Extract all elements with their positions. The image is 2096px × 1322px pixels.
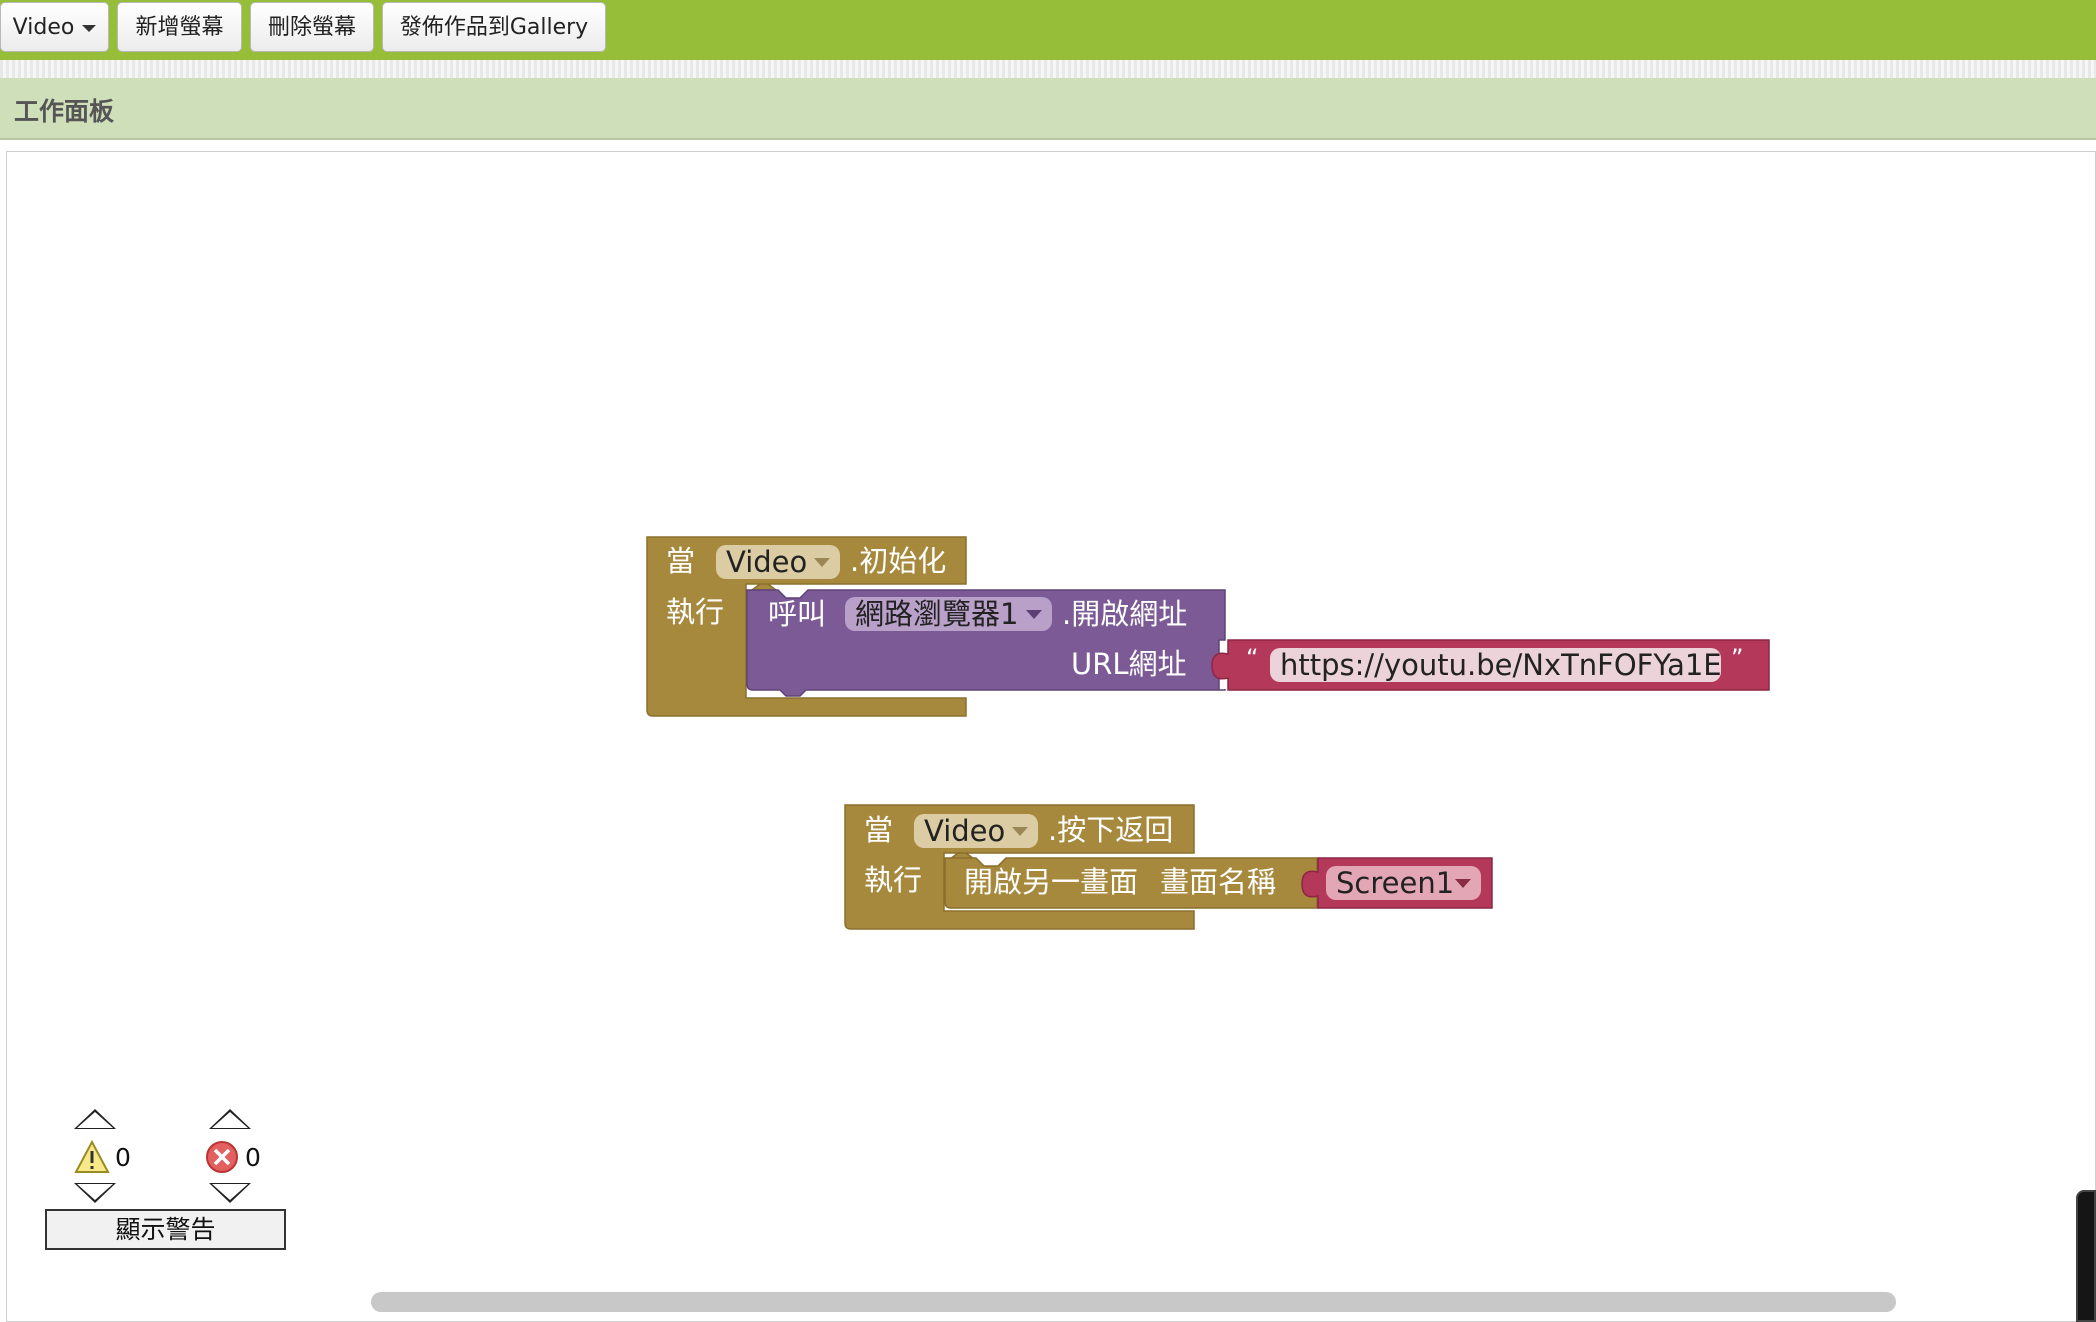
error-next-arrow-icon[interactable]	[209, 1183, 251, 1203]
back-event-name: .按下返回	[1048, 813, 1174, 847]
back-component-dropdown[interactable]: Video	[914, 814, 1038, 848]
init-event-name: .初始化	[850, 544, 947, 578]
show-warnings-button[interactable]: 顯示警告	[45, 1209, 286, 1250]
init-component-dropdown[interactable]: Video	[716, 545, 840, 579]
do-label: 執行	[666, 595, 725, 629]
warning-next-arrow-icon[interactable]	[74, 1183, 116, 1203]
open-quote: “	[1246, 644, 1259, 672]
dropdown-arrow-icon	[1012, 827, 1028, 836]
do-label: 執行	[864, 863, 923, 897]
call-component-dropdown[interactable]: 網路瀏覽器1	[845, 597, 1052, 631]
when-label: 當	[666, 544, 696, 578]
close-quote: ”	[1731, 644, 1744, 672]
device-preview-edge	[2076, 1190, 2096, 1322]
error-count: 0	[245, 1143, 261, 1172]
screen-name-dropdown[interactable]: Screen1	[1326, 866, 1481, 900]
warning-prev-arrow-icon[interactable]	[74, 1109, 116, 1129]
dropdown-arrow-icon	[1455, 879, 1471, 888]
error-prev-arrow-icon[interactable]	[209, 1109, 251, 1129]
init-component-label: Video	[726, 545, 808, 579]
method-name: .開啟網址	[1062, 597, 1188, 631]
screen-name-label: 畫面名稱	[1160, 865, 1277, 899]
warning-icon	[74, 1140, 110, 1173]
error-icon	[206, 1141, 238, 1173]
dropdown-arrow-icon	[1026, 610, 1042, 619]
when-label: 當	[864, 813, 894, 847]
back-component-label: Video	[924, 814, 1006, 848]
url-text-value: https://youtu.be/NxTnFOFYa1E	[1280, 648, 1722, 682]
url-param-label: URL網址	[1071, 647, 1187, 681]
warning-count: 0	[115, 1143, 131, 1172]
url-text-field[interactable]: https://youtu.be/NxTnFOFYa1E	[1270, 648, 1722, 682]
call-label: 呼叫	[768, 597, 827, 631]
dropdown-arrow-icon	[814, 558, 830, 567]
screen-name-value: Screen1	[1336, 866, 1455, 900]
horizontal-scrollbar[interactable]	[371, 1292, 1896, 1312]
call-component-label: 網路瀏覽器1	[855, 597, 1019, 631]
open-screen-label: 開啟另一畫面	[964, 865, 1139, 899]
blocks-canvas	[646, 536, 1770, 930]
